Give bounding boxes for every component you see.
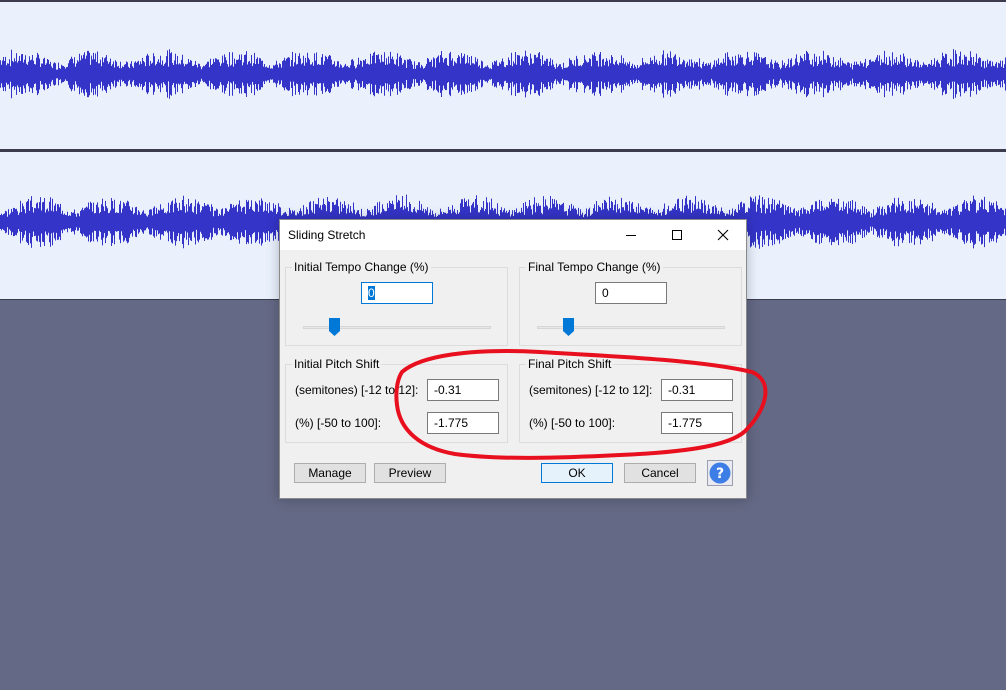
close-icon (717, 229, 729, 241)
final-percent-input[interactable]: -1.775 (661, 412, 733, 434)
minimize-button[interactable] (608, 220, 654, 250)
close-button[interactable] (700, 220, 746, 250)
initial-tempo-group: Initial Tempo Change (%) 0 (285, 260, 508, 346)
final-pitch-label: Final Pitch Shift (526, 357, 614, 371)
initial-semitones-input[interactable]: -0.31 (427, 379, 499, 401)
dialog-titlebar[interactable]: Sliding Stretch (280, 220, 746, 250)
final-semitones-label: (semitones) [-12 to 12]: (529, 383, 653, 397)
ok-button[interactable]: OK (541, 463, 613, 483)
final-pitch-group: Final Pitch Shift (semitones) [-12 to 12… (519, 357, 742, 443)
initial-percent-input[interactable]: -1.775 (427, 412, 499, 434)
final-semitones-input[interactable]: -0.31 (661, 379, 733, 401)
initial-tempo-input[interactable]: 0 (361, 282, 433, 304)
initial-tempo-label: Initial Tempo Change (%) (292, 260, 431, 274)
cancel-button[interactable]: Cancel (624, 463, 696, 483)
final-tempo-label: Final Tempo Change (%) (526, 260, 663, 274)
manage-button[interactable]: Manage (294, 463, 366, 483)
final-tempo-input[interactable]: 0 (595, 282, 667, 304)
initial-tempo-slider-thumb[interactable] (329, 318, 341, 336)
sliding-stretch-dialog: Sliding Stretch Initial Tempo Change (%)… (279, 219, 747, 499)
final-tempo-group: Final Tempo Change (%) 0 (519, 260, 742, 346)
help-button[interactable]: ? (707, 460, 733, 486)
initial-pitch-label: Initial Pitch Shift (292, 357, 382, 371)
initial-semitones-label: (semitones) [-12 to 12]: (295, 383, 419, 397)
waveform-track-1 (0, 49, 1006, 99)
preview-button[interactable]: Preview (374, 463, 446, 483)
final-percent-label: (%) [-50 to 100]: (529, 416, 616, 430)
question-icon: ? (707, 460, 733, 486)
initial-percent-label: (%) [-50 to 100]: (295, 416, 382, 430)
final-tempo-slider-thumb[interactable] (563, 318, 575, 336)
maximize-icon (672, 230, 682, 240)
dialog-title: Sliding Stretch (288, 228, 366, 242)
maximize-button[interactable] (654, 220, 700, 250)
svg-text:?: ? (716, 466, 724, 482)
initial-pitch-group: Initial Pitch Shift (semitones) [-12 to … (285, 357, 508, 443)
minimize-icon (626, 235, 636, 236)
audio-track-1[interactable] (0, 0, 1006, 150)
